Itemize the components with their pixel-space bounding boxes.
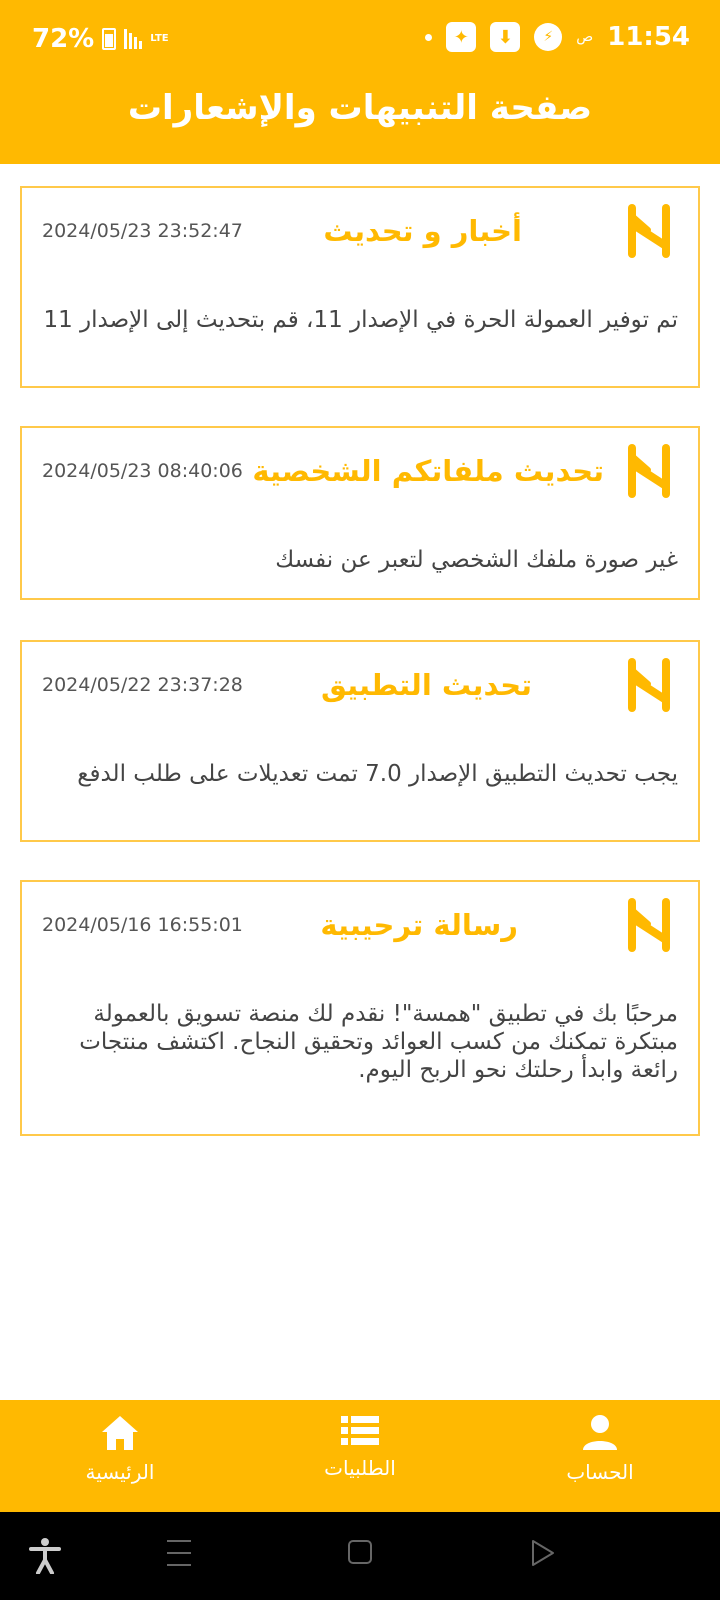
- notifications-screen: 72% LTE ✦ ⬇ ⚡ ص 11:54 صفحة التنبيهات وال…: [0, 0, 720, 1600]
- notification-timestamp: 2024/05/23 23:52:47: [42, 220, 243, 242]
- app-notification-icon: ✦: [446, 22, 477, 52]
- brand-logo-icon: [628, 204, 670, 258]
- network-type: LTE: [150, 33, 169, 44]
- notification-timestamp: 2024/05/16 16:55:01: [42, 914, 243, 936]
- notification-card[interactable]: أخبار و تحديث 2024/05/23 23:52:47 تم توف…: [20, 186, 700, 388]
- page-title: صفحة التنبيهات والإشعارات: [127, 88, 593, 128]
- status-bar: 72% LTE ✦ ⬇ ⚡ ص 11:54: [0, 18, 720, 64]
- notification-body: غير صورة ملفك الشخصي لتعبر عن نفسك: [275, 547, 678, 573]
- nav-orders[interactable]: الطلبيات: [280, 1414, 440, 1480]
- notification-card[interactable]: رسالة ترحيبية 2024/05/16 16:55:01 مرحبًا…: [20, 880, 700, 1136]
- battery-icon: [102, 28, 117, 50]
- brand-logo-icon: [628, 658, 670, 712]
- notification-body: يجب تحديث التطبيق الإصدار 7.0 تمت تعديلا…: [77, 761, 678, 787]
- nav-account-label: الحساب: [566, 1460, 634, 1484]
- notification-timestamp: 2024/05/22 23:37:28: [42, 674, 243, 696]
- status-left: 72% LTE: [32, 24, 169, 54]
- bottom-navigation: الرئيسية الطلبيات الحساب: [0, 1400, 720, 1512]
- back-icon[interactable]: [530, 1538, 556, 1568]
- nav-home-label: الرئيسية: [85, 1460, 155, 1484]
- brand-logo-icon: [628, 444, 670, 498]
- notification-title: أخبار و تحديث: [323, 214, 522, 248]
- nav-home[interactable]: الرئيسية: [40, 1414, 200, 1484]
- notification-card[interactable]: تحديث التطبيق 2024/05/22 23:37:28 يجب تح…: [20, 640, 700, 842]
- notification-title: رسالة ترحيبية: [320, 908, 518, 942]
- download-icon: ⬇: [490, 22, 521, 52]
- signal-icon: [124, 29, 143, 49]
- person-icon: [583, 1415, 617, 1450]
- status-right: ✦ ⬇ ⚡ ص 11:54: [425, 22, 690, 52]
- app-header: 72% LTE ✦ ⬇ ⚡ ص 11:54 صفحة التنبيهات وال…: [0, 0, 720, 164]
- nav-orders-label: الطلبيات: [324, 1456, 396, 1480]
- notification-title: تحديث التطبيق: [321, 668, 532, 702]
- notification-timestamp: 2024/05/23 08:40:06: [42, 460, 243, 482]
- home-icon: [102, 1416, 138, 1450]
- system-nav-bar: [0, 1512, 720, 1600]
- notification-body: مرحبًا بك في تطبيق "همسة"! نقدم لك منصة …: [79, 1001, 678, 1083]
- messenger-icon: ⚡: [534, 23, 563, 51]
- accessibility-icon[interactable]: [28, 1538, 62, 1574]
- ampm-indicator: ص: [576, 29, 594, 45]
- battery-percent: 72%: [32, 24, 95, 54]
- notification-body: تم توفير العمولة الحرة في الإصدار 11، قم…: [43, 307, 678, 333]
- list-icon: [341, 1416, 379, 1445]
- notification-dot-icon: [425, 33, 433, 41]
- notification-title: تحديث ملفاتكم الشخصية: [252, 454, 604, 488]
- brand-logo-icon: [628, 898, 670, 952]
- nav-account[interactable]: الحساب: [520, 1414, 680, 1484]
- home-button-icon[interactable]: [347, 1538, 373, 1566]
- recent-apps-icon[interactable]: [166, 1538, 192, 1568]
- clock: 11:54: [607, 22, 690, 52]
- notification-card[interactable]: تحديث ملفاتكم الشخصية 2024/05/23 08:40:0…: [20, 426, 700, 600]
